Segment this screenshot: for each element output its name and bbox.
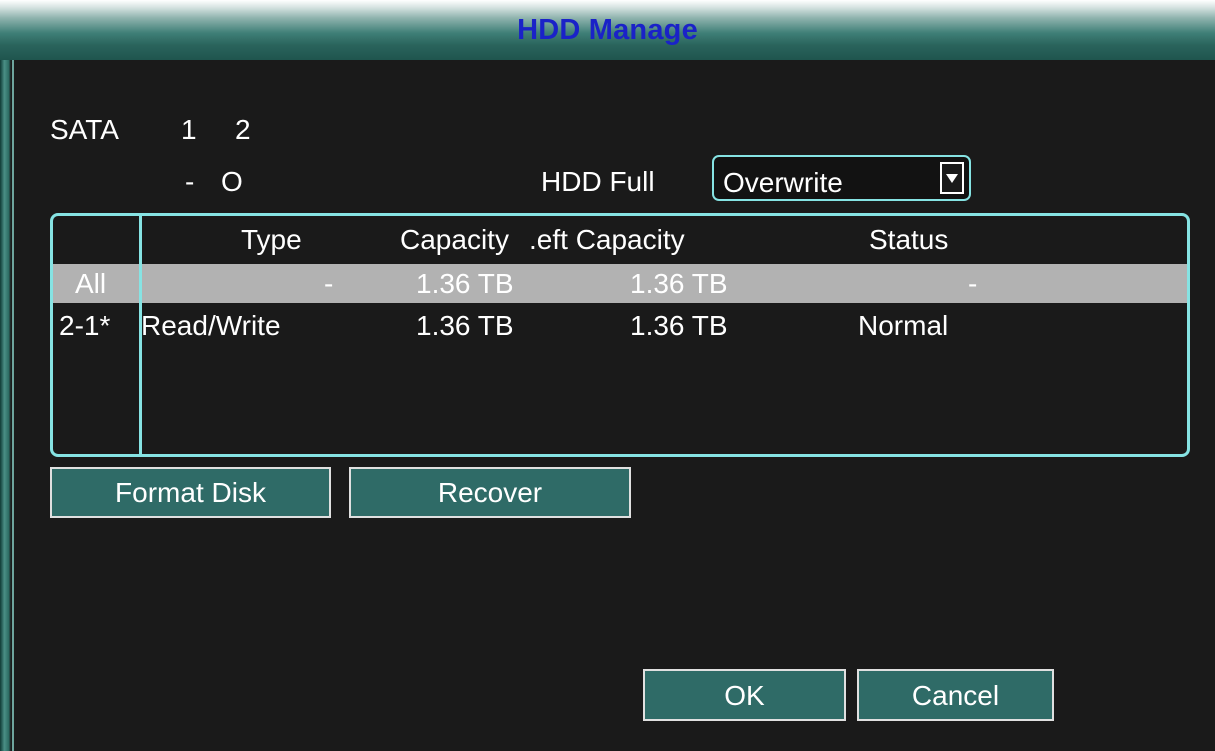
dropdown-arrow-icon[interactable] [940,162,964,194]
header-type: Type [241,224,302,255]
row-capacity: 1.36 TB [416,268,514,299]
row-capacity: 1.36 TB [416,310,514,341]
sata-label: SATA [50,114,119,145]
recover-button[interactable]: Recover [349,467,631,518]
row-type: - [324,268,334,299]
title-bar: HDD Manage [0,0,1215,60]
table-row[interactable]: 2-1* Read/Write 1.36 TB 1.36 TB Normal [53,306,1187,345]
hdd-manage-dialog: HDD Manage SATA 1 2 - O HDD Full Overwri… [0,0,1215,751]
sata-channel-1: 1 [181,114,197,145]
header-capacity: Capacity [400,224,509,255]
cancel-button[interactable]: Cancel [857,669,1054,721]
table-header: Type Capacity .eft Capacity Status [53,224,1187,260]
table-row[interactable]: All - 1.36 TB 1.36 TB - [53,264,1187,303]
hdd-full-selected-value: Overwrite [723,167,843,198]
row-id: All [75,268,107,299]
hdd-full-select[interactable]: Overwrite [712,155,971,201]
table-column-divider [139,216,142,454]
row-status: Normal [858,310,949,341]
row-type: Read/Write [141,310,281,341]
header-status: Status [869,224,949,255]
header-left-capacity: .eft Capacity [529,224,685,255]
sata-channel-2: 2 [235,114,251,145]
ok-button[interactable]: OK [643,669,846,721]
row-id: 2-1* [59,310,111,341]
row-left-capacity: 1.36 TB [630,310,728,341]
row-left-capacity: 1.36 TB [630,268,728,299]
format-disk-button[interactable]: Format Disk [50,467,331,518]
sata-channel-1-state: - [185,166,195,197]
left-frame-edge [0,60,11,751]
row-status: - [968,268,978,299]
dialog-title: HDD Manage [517,14,698,46]
hdd-full-label: HDD Full [541,166,655,197]
disk-table: Type Capacity .eft Capacity Status All -… [50,213,1190,457]
sata-channel-2-state: O [221,166,243,197]
left-frame-line [12,60,14,751]
